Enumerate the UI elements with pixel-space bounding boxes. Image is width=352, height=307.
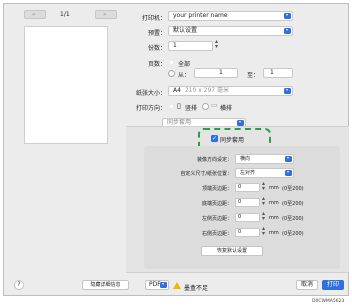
cancel-button[interactable]: 取消	[296, 280, 318, 290]
copies-input[interactable]: 1	[168, 41, 213, 51]
paper-size-label: 纸张大小：	[135, 90, 166, 97]
landscape-radio[interactable]	[202, 103, 209, 110]
paper-size-select[interactable]: A4 210 x 297 毫米	[168, 86, 293, 96]
margin-range: (0至200)	[282, 216, 304, 222]
margin-range: (0至200)	[282, 231, 304, 237]
binding-direction-value: 横向	[240, 156, 251, 162]
margin-input[interactable]: 0	[235, 198, 260, 207]
orientation-label: 打印方向：	[135, 105, 166, 112]
copies-value: 1	[173, 42, 177, 49]
chevron-down-icon	[285, 170, 292, 176]
landscape-label: 横排	[220, 105, 233, 112]
margin-label: 左侧页边距：	[201, 216, 232, 222]
hide-details-button[interactable]: 隐藏详细信息	[82, 280, 129, 290]
restore-defaults-button[interactable]: 恢复默认设置	[201, 246, 263, 256]
margin-label: 右侧页边距：	[201, 231, 232, 237]
image-code: D0CWMA5623	[312, 299, 345, 304]
custom-size-value: 左对齐	[240, 170, 256, 176]
margin-input[interactable]: 0	[235, 183, 260, 192]
double-chevron-right-icon: »	[103, 11, 107, 18]
cancel-label: 取消	[300, 281, 313, 288]
double-chevron-left-icon: «	[32, 11, 36, 18]
help-label: ?	[17, 281, 21, 288]
margin-unit: mm	[269, 215, 279, 221]
pages-from-label: 从：	[178, 72, 191, 79]
warning-icon	[173, 282, 181, 289]
pages-range-radio[interactable]	[168, 70, 175, 77]
pdf-label: PDF	[149, 281, 161, 288]
pages-from-value: 1	[219, 69, 223, 76]
printer-label: 打印机：	[141, 15, 166, 22]
preset-select[interactable]: 默认设置	[168, 26, 293, 36]
printer-value: your printer name	[173, 12, 228, 19]
print-label: 打印	[326, 281, 339, 288]
pdf-menu-button[interactable]: PDF	[145, 280, 169, 290]
paper-size-value: A4	[173, 87, 181, 94]
pages-to-value: 1	[270, 69, 274, 76]
margin-label: 底端页边距：	[201, 201, 232, 207]
binding-direction-label: 装像方向设定：	[196, 157, 232, 163]
preset-label: 预置：	[147, 30, 166, 37]
margin-unit: mm	[269, 200, 279, 206]
margin-label: 顶端页边距：	[201, 186, 232, 192]
chevron-down-icon	[284, 13, 291, 19]
warning-text: 墨盒不足	[184, 285, 209, 292]
restore-defaults-label: 恢复默认设置	[216, 248, 247, 254]
pages-all-label: 全部	[178, 61, 191, 68]
margin-input[interactable]: 0	[235, 228, 260, 237]
margin-unit: mm	[269, 185, 279, 191]
chevron-down-icon	[284, 28, 291, 34]
print-button[interactable]: 打印	[322, 280, 344, 290]
copies-label: 份数：	[147, 45, 166, 52]
chevron-down-icon	[285, 156, 292, 162]
margin-range: (0至200)	[282, 186, 304, 192]
landscape-icon: ▭	[211, 101, 218, 109]
sync-checkbox[interactable]: ✓	[211, 135, 218, 142]
custom-size-label: 自定义尺寸/纸张位置：	[180, 171, 232, 177]
margin-input[interactable]: 0	[235, 213, 260, 222]
pages-label: 页数：	[147, 61, 166, 68]
sync-label: 同步套用	[220, 137, 245, 144]
pages-to-label: 至：	[247, 72, 260, 79]
portrait-label: 竖排	[185, 105, 198, 112]
portrait-icon: ▯	[177, 102, 181, 110]
previous-page-button[interactable]: «	[24, 10, 46, 19]
help-button[interactable]: ?	[14, 280, 24, 290]
custom-size-select[interactable]: 左对齐	[235, 168, 294, 178]
preset-value: 默认设置	[173, 27, 198, 34]
chevron-down-icon	[160, 282, 167, 288]
section-value: 同步套用	[167, 119, 192, 126]
next-page-button[interactable]: »	[95, 10, 117, 19]
page-preview	[24, 26, 108, 144]
page-indicator: 1/1	[60, 11, 70, 18]
paper-size-detail: 210 x 297 毫米	[184, 87, 230, 94]
pages-to-input[interactable]: 1	[263, 68, 293, 78]
printer-select[interactable]: your printer name	[168, 11, 293, 21]
margin-range: (0至200)	[282, 201, 304, 207]
hide-details-label: 隐藏详细信息	[90, 282, 121, 288]
binding-direction-select[interactable]: 横向	[235, 154, 294, 164]
pages-from-input[interactable]: 1	[194, 68, 238, 78]
print-dialog: « 1/1 » 打印机： your printer name 预置： 默认设置 …	[3, 3, 349, 296]
chevron-down-icon	[284, 88, 291, 94]
margin-unit: mm	[269, 230, 279, 236]
